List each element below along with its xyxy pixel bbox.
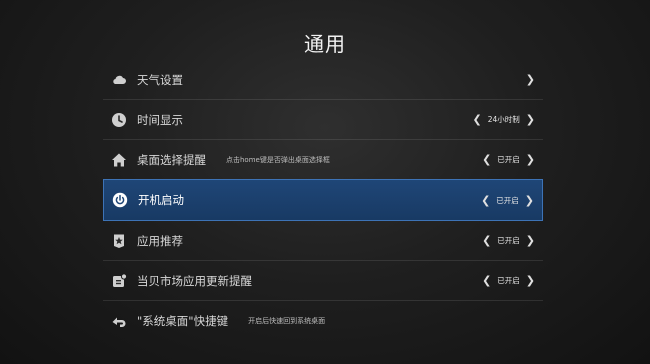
chevron-left-icon[interactable]: ❮	[473, 114, 482, 125]
chevron-right-icon[interactable]: ❯	[526, 235, 535, 246]
menu-item-hint: 点击home键是否弹出桌面选择框	[226, 155, 330, 164]
menu-item-value: 已开启	[497, 236, 520, 245]
chevron-right-icon[interactable]: ❯	[526, 154, 535, 165]
chevron-left-icon[interactable]: ❮	[482, 235, 491, 246]
shortcut-icon	[111, 313, 127, 329]
menu-item-hint: 开启后快速回到系统桌面	[248, 317, 326, 325]
menu-item-desktop-shortcut[interactable]: "系统桌面"快捷键 开启后快速回到系统桌面	[103, 301, 543, 341]
chevron-left-icon[interactable]: ❮	[482, 154, 491, 165]
cloud-icon	[111, 72, 127, 88]
menu-item-label: 当贝市场应用更新提醒	[137, 273, 252, 288]
home-icon	[111, 152, 127, 168]
clock-icon	[111, 112, 127, 128]
menu-item-value: 24小时制	[487, 115, 520, 124]
menu-item-label: 时间显示	[137, 112, 183, 127]
menu-item-value-area: ❮ 24小时制 ❯	[467, 100, 535, 139]
chevron-left-icon[interactable]: ❮	[482, 275, 491, 286]
settings-menu: 天气设置 ❯ 时间显示 ❮ 24小时制 ❯ 桌面选择提醒 点击home键是否弹出…	[103, 60, 543, 341]
chevron-right-icon[interactable]: ❯	[525, 195, 534, 206]
chevron-right-icon[interactable]: ❯	[526, 74, 535, 85]
menu-item-value-area: ❮ 已开启 ❯	[475, 180, 534, 220]
chevron-left-icon[interactable]: ❮	[481, 195, 490, 206]
menu-item-value: 已开启	[497, 276, 520, 285]
menu-item-boot-startup[interactable]: 开机启动 ❮ 已开启 ❯	[103, 179, 543, 221]
menu-item-value-area: ❮ 已开启 ❯	[476, 221, 535, 260]
menu-item-label: 天气设置	[137, 72, 183, 87]
menu-item-value-area: ❮ 已开启 ❯	[476, 140, 535, 179]
menu-item-desktop-select-reminder[interactable]: 桌面选择提醒 点击home键是否弹出桌面选择框 ❮ 已开启 ❯	[103, 140, 543, 180]
update-notify-icon	[111, 272, 127, 289]
menu-item-app-recommend[interactable]: 应用推荐 ❮ 已开启 ❯	[103, 221, 543, 261]
page-title: 通用	[304, 32, 346, 56]
menu-item-value: 已开启	[496, 195, 519, 205]
menu-item-market-update-reminder[interactable]: 当贝市场应用更新提醒 ❮ 已开启 ❯	[103, 261, 543, 301]
menu-item-weather[interactable]: 天气设置 ❯	[103, 60, 543, 100]
chevron-right-icon[interactable]: ❯	[526, 114, 535, 125]
menu-item-value-area: ❮ 已开启 ❯	[476, 261, 535, 300]
star-badge-icon	[111, 233, 127, 249]
menu-item-label: 桌面选择提醒	[137, 152, 206, 167]
menu-item-label: "系统桌面"快捷键	[137, 314, 229, 328]
menu-item-value-area: ❯	[520, 60, 535, 99]
chevron-right-icon[interactable]: ❯	[526, 275, 535, 286]
menu-item-label: 开机启动	[138, 193, 184, 207]
menu-item-value: 已开启	[497, 155, 520, 164]
menu-item-label: 应用推荐	[137, 233, 183, 248]
power-icon	[112, 192, 128, 208]
menu-item-time-display[interactable]: 时间显示 ❮ 24小时制 ❯	[103, 100, 543, 140]
